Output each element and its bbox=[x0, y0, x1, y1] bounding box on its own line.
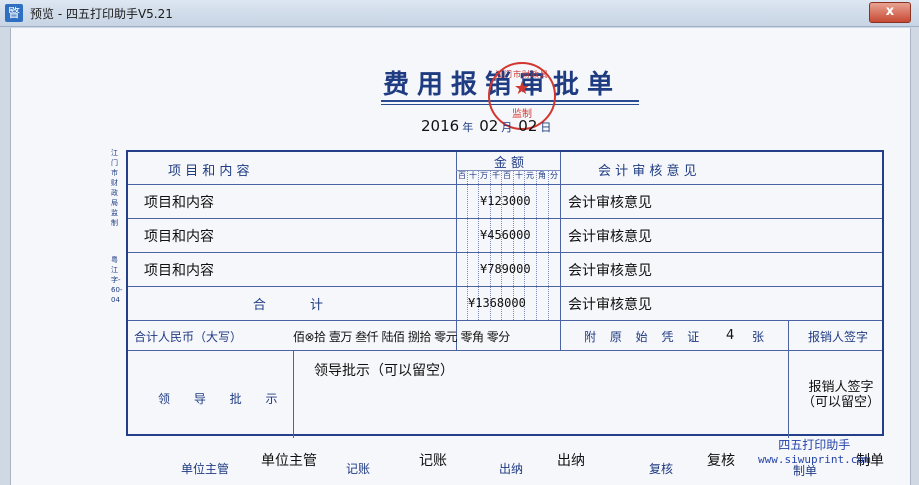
app-icon: 睯 bbox=[5, 4, 23, 22]
watermark-site: www.siwuprint.com bbox=[758, 453, 871, 466]
print-preview-page: 费用报销审批单 江门市财政局 ★ 监制 2016 年 02 月 02 日 江门市财政局监制… bbox=[10, 28, 911, 485]
digit-header-3: 万 bbox=[480, 171, 488, 180]
signer-value: 报销人签字（可以留空） bbox=[801, 380, 880, 410]
digit-header-8: 角 bbox=[538, 171, 546, 180]
bookkeeper-label: 记账 bbox=[346, 462, 371, 476]
seal-star-icon: ★ bbox=[513, 78, 531, 99]
attachments-unit: 张 bbox=[752, 330, 765, 344]
reviewer-label: 复核 bbox=[649, 462, 674, 476]
row-2-audit: 会计审核意见 bbox=[568, 229, 652, 245]
row-1-audit: 会计审核意见 bbox=[568, 195, 652, 211]
row-3-audit: 会计审核意见 bbox=[568, 263, 652, 279]
unit-head-label: 单位主管 bbox=[181, 462, 230, 476]
amount-header: 金 额 bbox=[493, 156, 525, 171]
side-note: 江门市财政局监制 bbox=[111, 149, 118, 227]
unit-head-value: 单位主管 bbox=[261, 453, 317, 469]
row-1-item: 项目和内容 bbox=[144, 195, 214, 211]
attachments-count: 4 bbox=[726, 328, 735, 343]
date-day-unit: 日 bbox=[540, 121, 552, 134]
digit-header-9: 分 bbox=[550, 171, 558, 180]
close-button[interactable]: x bbox=[869, 2, 911, 23]
row-2-item: 项目和内容 bbox=[144, 229, 214, 245]
item-header: 项 目 和 内 容 bbox=[168, 164, 250, 179]
digit-header-2: 十 bbox=[469, 171, 477, 180]
reviewer-value: 复核 bbox=[707, 453, 735, 469]
approval-value: 领导批示（可以留空） bbox=[314, 363, 454, 379]
total-label: 合 计 bbox=[252, 298, 344, 313]
side-code: 粤 江字-60-04 bbox=[111, 256, 123, 304]
expense-approval-form: 项 目 和 内 容 金 额 会 计 审 核 意 见 百 十 万 千 百 十 元 … bbox=[126, 150, 884, 438]
date-year-unit: 年 bbox=[462, 121, 474, 134]
window-title: 预览 - 四五打印助手V5.21 bbox=[30, 7, 173, 21]
digit-header-5: 百 bbox=[503, 171, 511, 180]
digit-header-1: 百 bbox=[458, 171, 466, 180]
rmb-text: 佰⊗拾 壹万 叁仟 陆佰 捌拾 零元 零角 零分 bbox=[293, 330, 510, 344]
cashier-label: 出纳 bbox=[499, 462, 524, 476]
total-audit: 会计审核意见 bbox=[568, 297, 652, 313]
bookkeeper-value: 记账 bbox=[419, 453, 447, 469]
rmb-label: 合计人民币（大写） bbox=[134, 330, 243, 344]
document-date: 2016 年 02 月 02 日 bbox=[421, 117, 557, 135]
row-2-amount: ¥456000 bbox=[480, 228, 531, 242]
seal-arc-text: 江门市财政局 bbox=[495, 70, 549, 79]
date-month-unit: 月 bbox=[501, 121, 513, 134]
signer-label: 报销人签字 bbox=[808, 330, 869, 344]
row-3-item: 项目和内容 bbox=[144, 263, 214, 279]
date-year: 2016 bbox=[421, 117, 460, 135]
digit-header-6: 十 bbox=[515, 171, 523, 180]
window-title-bar[interactable]: 睯 预览 - 四五打印助手V5.21 x bbox=[0, 0, 919, 27]
attachments-label: 附 原 始 凭 证 bbox=[584, 330, 705, 344]
date-day: 02 bbox=[518, 117, 538, 135]
digit-header-7: 元 bbox=[526, 171, 534, 180]
watermark: 四五打印助手 www.siwuprint.com bbox=[758, 436, 871, 466]
date-month: 02 bbox=[479, 117, 499, 135]
approval-label: 领 导 批 示 bbox=[158, 392, 288, 406]
total-amount: ¥1368000 bbox=[468, 296, 526, 310]
cashier-value: 出纳 bbox=[557, 453, 585, 469]
row-1-amount: ¥123000 bbox=[480, 194, 531, 208]
watermark-name: 四五打印助手 bbox=[778, 438, 851, 452]
row-3-amount: ¥789000 bbox=[480, 262, 531, 276]
audit-header: 会 计 审 核 意 见 bbox=[598, 164, 697, 179]
digit-header-4: 千 bbox=[492, 171, 500, 180]
